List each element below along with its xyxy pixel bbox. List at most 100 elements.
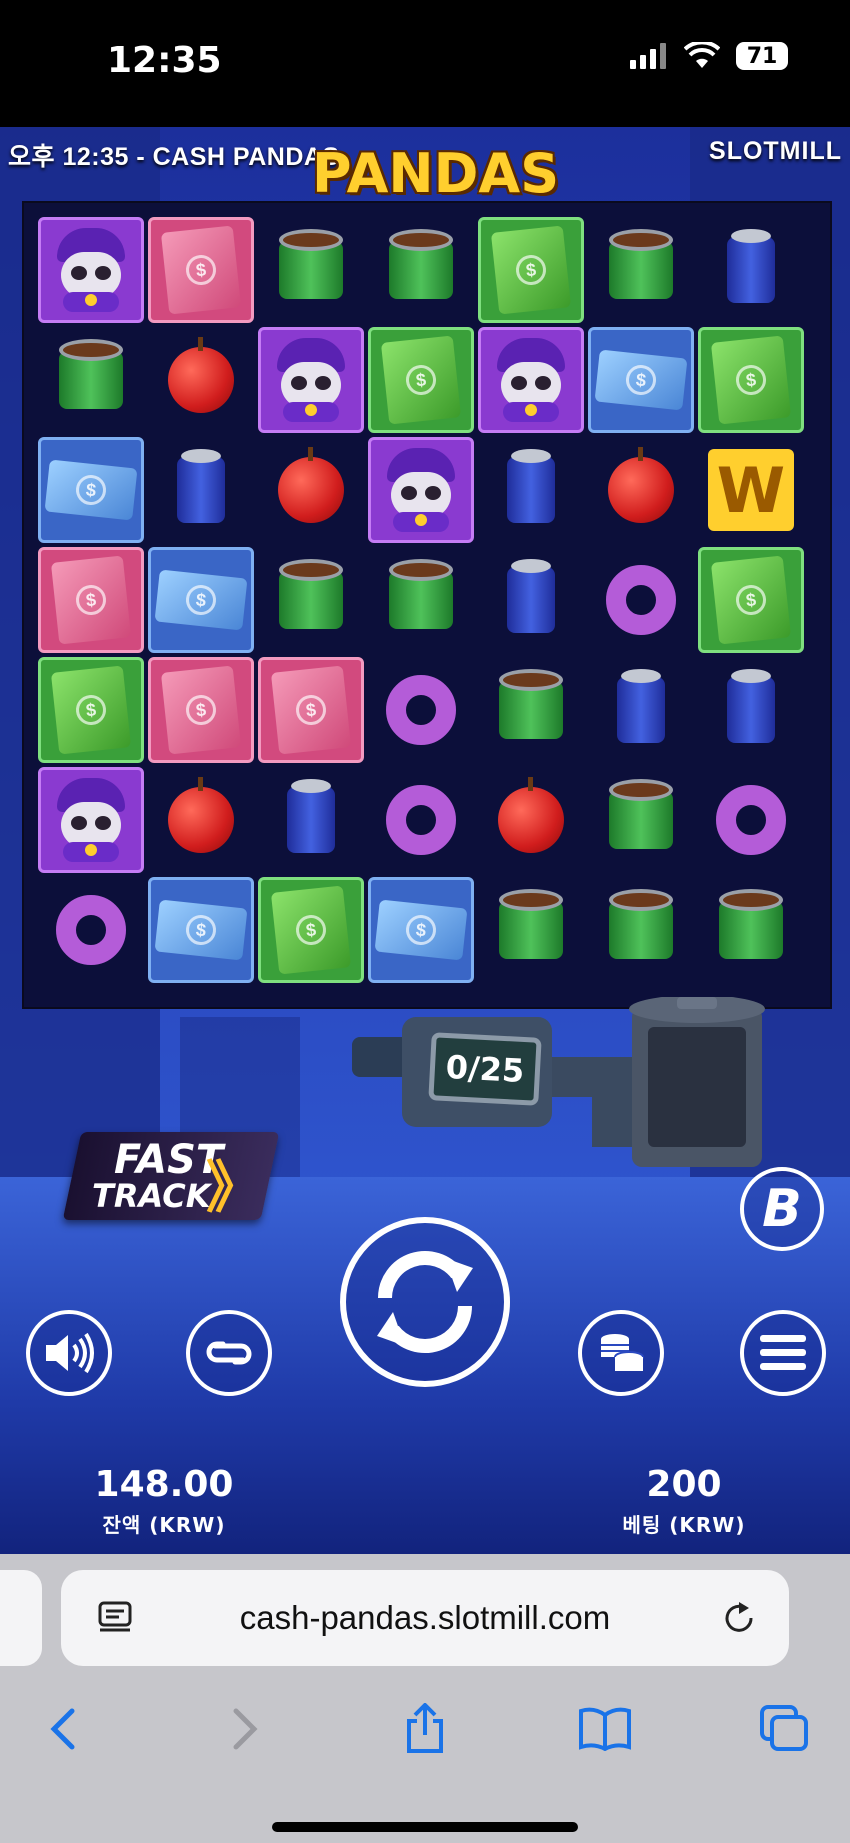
tin-can-symbol	[389, 229, 453, 299]
grid-cell	[698, 767, 804, 873]
soda-can-symbol	[727, 229, 775, 303]
dollar-icon: $	[74, 583, 108, 617]
soda-can-symbol	[177, 449, 225, 523]
wifi-icon	[684, 42, 720, 68]
bill-blue-symbol: $	[374, 899, 468, 961]
grid-cell: $	[368, 327, 474, 433]
status-time: 12:35	[107, 40, 222, 81]
grid-cell	[588, 657, 694, 763]
tin-can-symbol	[279, 559, 343, 629]
grid-cell	[588, 877, 694, 983]
sound-button[interactable]	[26, 1310, 112, 1396]
dollar-icon: $	[184, 583, 218, 617]
tin-can-symbol	[609, 889, 673, 959]
grid-cell	[588, 437, 694, 543]
grid-cell: $	[698, 547, 804, 653]
grid-cell	[258, 767, 364, 873]
bookmarks-button[interactable]	[560, 1684, 650, 1774]
bill-pink-symbol: $	[50, 555, 132, 645]
status-icons: 71	[630, 42, 788, 70]
dollar-icon: $	[404, 913, 438, 947]
grid-cell	[368, 437, 474, 543]
bill-blue-symbol: $	[154, 569, 248, 631]
chevron-right-icon	[233, 1708, 258, 1750]
apple-symbol	[498, 777, 564, 853]
autoplay-button[interactable]	[186, 1310, 272, 1396]
grid-cell: $	[478, 217, 584, 323]
balance-label: 잔액 (KRW)	[102, 1513, 226, 1537]
tin-can-symbol	[499, 889, 563, 959]
previous-tab-stub[interactable]	[0, 1570, 42, 1666]
grid-cell	[38, 877, 144, 983]
balance-value: 148.00	[94, 1464, 234, 1505]
grid-cell	[588, 767, 694, 873]
grid-cell	[478, 547, 584, 653]
address-bar[interactable]: cash-pandas.slotmill.com	[61, 1570, 789, 1666]
hamburger-icon	[760, 1335, 806, 1370]
donut-symbol	[386, 785, 456, 855]
bet-label: 베팅 (KRW)	[622, 1513, 746, 1537]
back-button[interactable]	[18, 1684, 108, 1774]
browser-nav-row	[0, 1684, 850, 1774]
grid-cell	[698, 657, 804, 763]
menu-button[interactable]	[740, 1310, 826, 1396]
grid-cell	[478, 327, 584, 433]
bill-blue-symbol: $	[594, 349, 688, 411]
dollar-icon: $	[184, 693, 218, 727]
reload-icon[interactable]	[721, 1600, 757, 1636]
grid-cell	[588, 217, 694, 323]
tin-can-symbol	[719, 889, 783, 959]
coin-stack-icon	[601, 1334, 644, 1371]
grid-cell: $	[698, 327, 804, 433]
browser-toolbar: cash-pandas.slotmill.com	[0, 1554, 850, 1843]
book-icon	[579, 1707, 631, 1751]
provider-label: SLOTMILL	[709, 137, 842, 165]
signal-icon	[630, 43, 666, 69]
soda-can-symbol	[617, 669, 665, 743]
panda-symbol	[269, 338, 353, 422]
forward-button[interactable]	[200, 1684, 290, 1774]
reel-grid: $ $ $ $ $ $ W $ $ $ $ $ $ $ $ $	[22, 201, 832, 1009]
grid-cell: $	[258, 877, 364, 983]
grid-cell	[368, 767, 474, 873]
grid-cell	[698, 877, 804, 983]
bet-button[interactable]	[578, 1310, 664, 1396]
dollar-icon: $	[184, 253, 218, 287]
soda-can-symbol	[507, 449, 555, 523]
dollar-icon: $	[74, 473, 108, 507]
speaker-icon	[46, 1332, 94, 1374]
grid-cell	[478, 437, 584, 543]
bill-green-symbol: $	[380, 335, 462, 425]
tin-can-symbol	[609, 779, 673, 849]
apple-symbol	[278, 447, 344, 523]
grid-cell: $	[38, 657, 144, 763]
grid-cell	[38, 327, 144, 433]
panda-symbol	[49, 778, 133, 862]
bet-value: 200	[646, 1464, 722, 1505]
dollar-icon: $	[294, 913, 328, 947]
bonus-buy-button[interactable]: B	[740, 1167, 824, 1251]
tabs-button[interactable]	[740, 1684, 830, 1774]
url-text: cash-pandas.slotmill.com	[239, 1599, 611, 1636]
dollar-icon: $	[514, 253, 548, 287]
grid-cell	[588, 547, 694, 653]
grid-cell: $	[38, 437, 144, 543]
tin-can-symbol	[279, 229, 343, 299]
dollar-icon: $	[404, 363, 438, 397]
grid-cell: $	[148, 217, 254, 323]
grid-cell: $	[148, 877, 254, 983]
panda-symbol	[489, 338, 573, 422]
loop-icon	[206, 1341, 252, 1365]
grid-cell	[38, 767, 144, 873]
panda-symbol	[379, 448, 463, 532]
fast-track-label-2: TRACK	[92, 1177, 211, 1215]
spin-button[interactable]	[340, 1217, 510, 1387]
spin-arrows-icon	[377, 1251, 473, 1353]
grid-cell	[478, 657, 584, 763]
dollar-icon: $	[734, 363, 768, 397]
share-button[interactable]	[380, 1684, 470, 1774]
game-canvas[interactable]: 오후 12:35 - CASH PANDAS PANDAS SLOTMILL $…	[0, 127, 850, 1554]
dollar-icon: $	[734, 583, 768, 617]
dollar-icon: $	[624, 363, 658, 397]
grid-cell: $	[588, 327, 694, 433]
